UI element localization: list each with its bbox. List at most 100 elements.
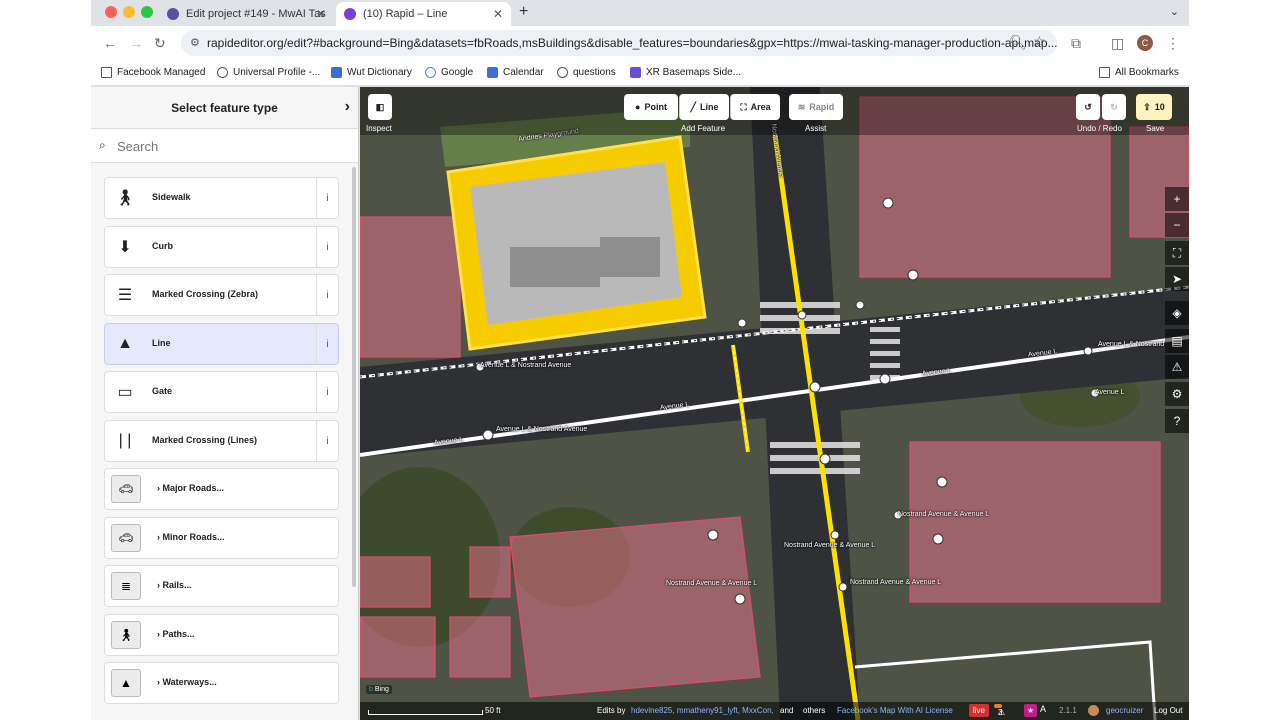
zoom-out-button[interactable]: − bbox=[1165, 213, 1189, 237]
map-label-street: Avenue L bbox=[1095, 389, 1125, 396]
rapid-label: Rapid bbox=[809, 102, 835, 112]
forward-arrow-icon[interactable]: → bbox=[129, 35, 143, 51]
profile-avatar[interactable]: C bbox=[1137, 35, 1153, 51]
bookmark-item[interactable]: Wut Dictionary bbox=[331, 67, 412, 78]
preset-sidewalk[interactable]: 🚶︎ Sidewalk i bbox=[104, 177, 339, 219]
tab-edit-project[interactable]: Edit project #149 - MwAI Tas ✕ bbox=[159, 2, 334, 26]
geolocate-arrow-icon: ➤ bbox=[1171, 272, 1183, 286]
extensions-icon[interactable]: ⧉ bbox=[1071, 35, 1081, 52]
new-tab-icon[interactable]: + bbox=[519, 3, 528, 21]
back-arrow-icon[interactable]: ← bbox=[103, 35, 117, 51]
bookmark-item[interactable]: Google bbox=[425, 67, 473, 78]
info-icon[interactable]: i bbox=[316, 372, 338, 412]
issues-button[interactable]: ⚠ bbox=[1165, 355, 1189, 379]
preset-gate[interactable]: ▭ Gate i bbox=[104, 371, 339, 413]
zoom-to-selection-button[interactable]: ⛶ bbox=[1165, 241, 1189, 265]
address-bar[interactable]: ⚙ rapideditor.org/edit?#background=Bing&… bbox=[181, 30, 1057, 56]
preset-line[interactable]: ▲ Line i bbox=[104, 323, 339, 365]
site-info-icon[interactable]: ⚙ bbox=[190, 36, 200, 49]
help-button[interactable]: ? bbox=[1165, 409, 1189, 433]
preset-marked-crossing-zebra[interactable]: ☰ Marked Crossing (Zebra) i bbox=[104, 274, 339, 316]
bookmark-item[interactable]: questions bbox=[557, 67, 616, 78]
preferences-button[interactable]: ⚙ bbox=[1165, 382, 1189, 406]
others-link[interactable]: others bbox=[803, 706, 825, 715]
logout-link[interactable]: Log Out bbox=[1154, 706, 1182, 715]
editors-links[interactable]: hdevine825, mmatheny91_lyft, MxxCon, bbox=[631, 706, 774, 715]
save-button[interactable]: ⇪ 10 bbox=[1136, 94, 1172, 120]
redo-button[interactable]: ↻ bbox=[1102, 94, 1126, 120]
tab-rapid[interactable]: (10) Rapid – Line ✕ bbox=[336, 2, 511, 26]
category-paths[interactable]: 🚶︎ › Paths... bbox=[104, 614, 339, 656]
preset-label: Sidewalk bbox=[152, 192, 191, 202]
map-canvas[interactable]: Andries Playground Nostrand Avenue Avenu… bbox=[360, 87, 1189, 720]
bookmark-star-icon[interactable]: ☆ bbox=[1033, 33, 1046, 50]
info-icon[interactable]: i bbox=[316, 227, 338, 267]
rapid-assist-button[interactable]: ≋ Rapid bbox=[789, 94, 843, 120]
menu-kebab-icon[interactable]: ⋮ bbox=[1166, 35, 1180, 52]
undo-button[interactable]: ↺ bbox=[1076, 94, 1100, 120]
map-label-stop: Nostrand Avenue & Avenue L bbox=[666, 580, 758, 587]
translate-icon[interactable]: A bbox=[1040, 704, 1046, 714]
all-bookmarks[interactable]: All Bookmarks bbox=[1099, 67, 1179, 78]
preset-curb[interactable]: ⬇ Curb i bbox=[104, 226, 339, 268]
bookmark-item[interactable]: XR Basemaps Side... bbox=[630, 67, 741, 78]
category-waterways[interactable]: ▲ › Waterways... bbox=[104, 662, 339, 704]
chevron-right-icon[interactable]: › bbox=[345, 98, 350, 116]
bookmark-item[interactable]: Calendar bbox=[487, 67, 544, 78]
category-minor-roads[interactable]: 🚗︎ › Minor Roads... bbox=[104, 517, 339, 559]
zoom-in-button[interactable]: + bbox=[1165, 187, 1189, 211]
bookmark-label: Facebook Managed bbox=[117, 67, 206, 78]
user-link[interactable]: geocruizer bbox=[1106, 706, 1143, 715]
info-icon[interactable]: i bbox=[316, 178, 338, 218]
editor-toolbar: ◧ Inspect ● Point ╱ Line ⛶ Area Add Feature… bbox=[360, 87, 1189, 135]
preset-label: Marked Crossing (Lines) bbox=[152, 435, 258, 445]
layers-icon: ◈ bbox=[1172, 306, 1182, 320]
add-point-button[interactable]: ● Point bbox=[624, 94, 678, 120]
assist-caption: Assist bbox=[805, 124, 827, 133]
info-icon[interactable]: i bbox=[316, 275, 338, 315]
close-tab-icon[interactable]: ✕ bbox=[493, 7, 503, 21]
bookmark-item[interactable]: Facebook Managed bbox=[101, 67, 205, 78]
line-icon: ▲ bbox=[117, 335, 133, 352]
close-tab-icon[interactable]: ✕ bbox=[316, 7, 326, 21]
add-area-button[interactable]: ⛶ Area bbox=[730, 94, 780, 120]
add-line-button[interactable]: ╱ Line bbox=[679, 94, 729, 120]
bookmark-label: Universal Profile -... bbox=[233, 67, 321, 78]
geolocate-button[interactable]: ➤ bbox=[1165, 267, 1189, 291]
close-window-button[interactable] bbox=[105, 6, 117, 18]
bookmark-label: XR Basemaps Side... bbox=[646, 67, 742, 78]
license-link[interactable]: Facebook's Map With AI License bbox=[837, 706, 953, 715]
category-rails[interactable]: ≣ › Rails... bbox=[104, 565, 339, 607]
map-data-button[interactable]: ▤ bbox=[1165, 329, 1189, 353]
rapid-badge-icon[interactable]: ★ bbox=[1024, 704, 1038, 717]
inspect-button[interactable]: ◧ bbox=[368, 94, 392, 120]
category-major-roads[interactable]: 🚗︎ › Major Roads... bbox=[104, 468, 339, 510]
preset-marked-crossing-lines[interactable]: | | Marked Crossing (Lines) i bbox=[104, 420, 339, 462]
sidebar-scrollbar[interactable] bbox=[352, 167, 356, 587]
info-icon[interactable]: i bbox=[316, 324, 338, 364]
bookmark-item[interactable]: Universal Profile -... bbox=[217, 67, 320, 78]
background-layers-button[interactable]: ◈ bbox=[1165, 301, 1189, 325]
search-input[interactable] bbox=[117, 135, 347, 157]
scale-bar[interactable] bbox=[368, 710, 483, 715]
info-icon[interactable]: i bbox=[316, 421, 338, 461]
map-label-stop: Nostrand Avenue & Avenue L bbox=[898, 511, 990, 518]
issues-count-badge[interactable]: ⚠ 3 bbox=[994, 704, 1005, 717]
redo-icon: ↻ bbox=[1110, 101, 1118, 112]
issues-count: 3 bbox=[998, 708, 1003, 717]
browser-window: Edit project #149 - MwAI Tas ✕ (10) Rapi… bbox=[91, 0, 1189, 720]
minimize-window-button[interactable] bbox=[123, 6, 135, 18]
edits-prefix: Edits by bbox=[597, 706, 626, 715]
pedestrian-icon: 🚶︎ bbox=[114, 190, 136, 207]
side-panel-icon[interactable]: ◫ bbox=[1111, 35, 1124, 52]
zoom-magnifier-icon[interactable]: 🔍︎ bbox=[1009, 34, 1027, 51]
reload-icon[interactable]: ↻ bbox=[154, 35, 166, 52]
preset-label: Marked Crossing (Zebra) bbox=[152, 289, 259, 299]
tab-search-chevron-icon[interactable]: ⌄ bbox=[1170, 5, 1179, 18]
search-bar: ⌕ bbox=[91, 129, 358, 163]
category-label: › Minor Roads... bbox=[157, 532, 225, 542]
zoom-window-button[interactable] bbox=[141, 6, 153, 18]
version-label: 2.1.1 bbox=[1059, 706, 1077, 715]
user-avatar bbox=[1088, 705, 1099, 716]
point-marker-icon: ● bbox=[635, 102, 641, 112]
